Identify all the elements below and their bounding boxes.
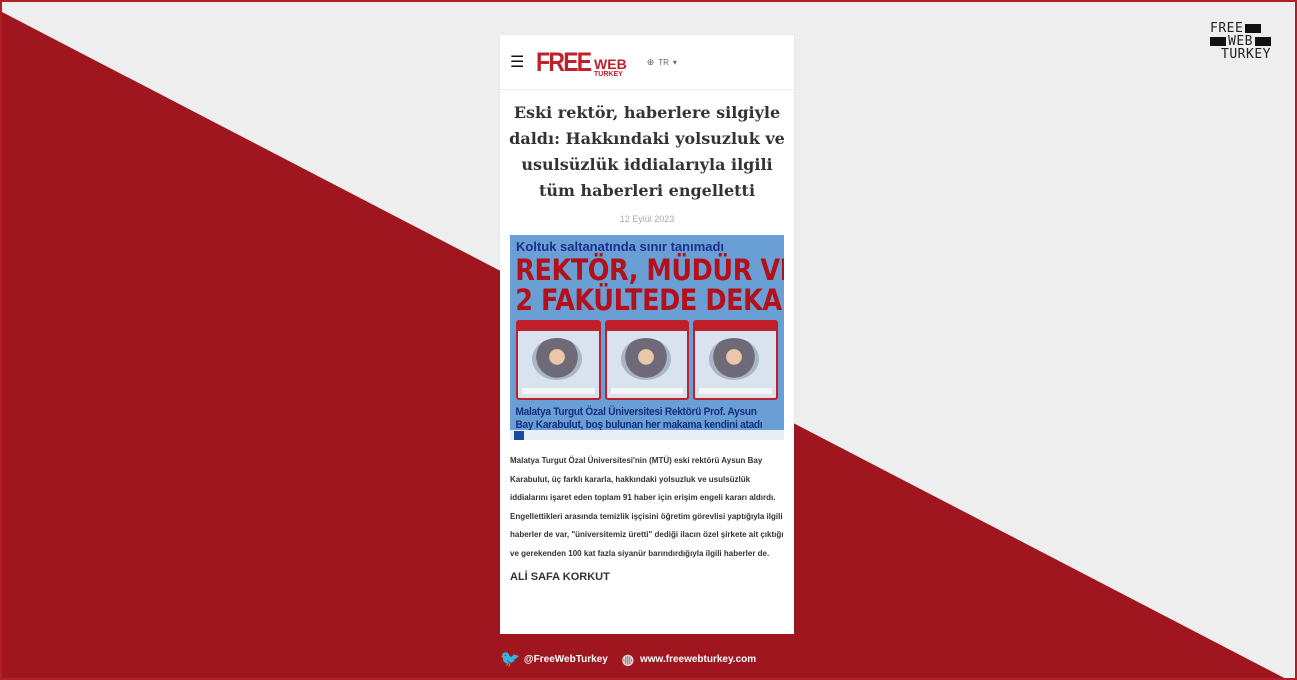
article-headline: Eski rektör, haberlere silgiyle daldı: H… — [509, 103, 785, 200]
article-author: ALİ SAFA KORKUT — [510, 571, 610, 583]
globe-www-icon: ◍ — [621, 650, 634, 667]
language-label: TR — [658, 57, 669, 67]
globe-icon: ⊕ — [646, 56, 655, 67]
twitter-bird-icon: 🐦 — [500, 651, 520, 668]
website-link[interactable]: www.freewebturkey.com — [640, 654, 756, 665]
image-subhead-1: Malatya Turgut Özal Üniversitesi Rektörü… — [515, 406, 757, 418]
hamburger-icon[interactable]: ☰ — [510, 52, 532, 72]
twitter-handle[interactable]: @FreeWebTurkey — [524, 654, 608, 665]
site-header: ☰ FREE WEB TURKEY ⊕ TR ▾ — [500, 35, 794, 90]
article-body: Malatya Turgut Özal Üniversitesi'nin (MT… — [510, 456, 784, 558]
brand-line-3: TURKEY — [1221, 47, 1271, 62]
image-headline-2: 2 FAKÜLTEDE DEKAN — [515, 283, 784, 317]
article-date: 12 Eylül 2023 — [619, 214, 675, 224]
image-panel — [693, 320, 779, 400]
corner-brand-logo: FREE WEB TURKEY — [1210, 22, 1271, 61]
slide-footer: 🐦 @FreeWebTurkey ◍ www.freewebturkey.com — [500, 648, 800, 670]
logo-free: FREE — [536, 46, 592, 77]
language-selector[interactable]: ⊕ TR ▾ — [647, 57, 677, 68]
phone-screenshot: ☰ FREE WEB TURKEY ⊕ TR ▾ Eski rektör, ha… — [500, 35, 794, 634]
site-logo[interactable]: FREE WEB TURKEY — [536, 47, 627, 78]
article-image: Koltuk saltanatında sınır tanımadı REKTÖ… — [510, 235, 784, 440]
logo-turkey: TURKEY — [594, 70, 623, 78]
image-panels — [510, 314, 784, 400]
logo-web: WEB — [594, 55, 627, 72]
image-headline-1: REKTÖR, MÜDÜR VE — [515, 253, 784, 287]
image-kicker: Koltuk saltanatında sınır tanımadı — [516, 239, 725, 254]
image-panel — [516, 320, 601, 400]
image-panel — [604, 320, 690, 400]
chevron-down-icon: ▾ — [672, 57, 677, 67]
image-bottom-strip — [510, 430, 784, 440]
